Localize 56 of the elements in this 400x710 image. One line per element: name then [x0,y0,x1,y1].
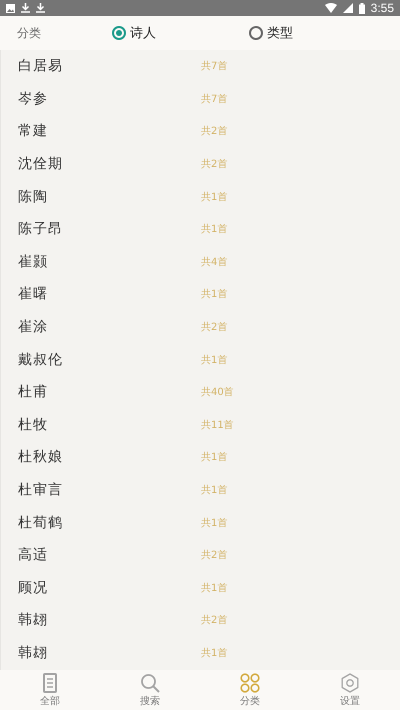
poem-count: 共4首 [201,256,228,269]
poet-name[interactable]: 岑参 [18,90,201,108]
grid-icon [240,672,260,692]
poet-name[interactable]: 崔颢 [18,252,201,271]
poem-count: 共1首 [201,288,228,302]
nav-tab[interactable]: 搜索 [100,670,200,710]
poet-name[interactable]: 常建 [18,122,201,140]
filter-label: 分类 [17,24,42,42]
poem-count: 共2首 [201,158,228,172]
nav-tab[interactable]: 设置 [300,670,400,710]
poet-name[interactable]: 高适 [18,546,201,564]
poem-count: 共1首 [201,646,228,660]
poem-count: 共2首 [201,614,228,628]
poem-count: 共1首 [201,190,228,204]
poet-name[interactable]: 韩翃 [18,611,201,630]
radio-option[interactable]: 类型 [249,24,386,42]
poem-count: 共7首 [201,92,228,106]
poet-name[interactable]: 韩翃 [18,644,201,662]
poem-count: 共2首 [201,124,228,138]
poem-count: 共1首 [201,582,228,595]
poet-name[interactable]: 杜秋娘 [18,448,201,466]
nav-tab[interactable]: 分类 [200,670,300,710]
poet-name[interactable]: 杜甫 [18,383,201,402]
poet-name[interactable]: 崔曙 [18,285,201,304]
poet-name[interactable]: 沈佺期 [18,155,201,174]
poet-name[interactable]: 崔涂 [18,318,201,336]
radio-option[interactable]: 诗人 [112,24,249,42]
poet-name[interactable]: 杜牧 [18,416,201,434]
download-icon [21,3,30,13]
poet-name[interactable]: 戴叔伦 [18,350,201,369]
poem-count: 共11首 [201,418,234,432]
download-icon [36,3,45,13]
poem-count: 共1首 [201,354,228,367]
poem-count: 共1首 [201,222,228,236]
poem-count: 共1首 [201,516,228,530]
signal-icon [342,3,353,13]
nav-tab[interactable]: 全部 [0,670,100,710]
poem-count: 共1首 [201,484,228,498]
search-icon [140,672,160,692]
poet-name[interactable]: 杜荀鹤 [18,514,201,532]
poem-count: 共7首 [201,60,228,74]
poem-count: 共2首 [201,320,228,334]
settings-icon [340,672,360,692]
poet-name[interactable]: 顾况 [18,578,201,597]
battery-icon [358,2,365,14]
poem-count: 共40首 [201,386,234,400]
poet-name[interactable]: 白居易 [18,57,201,76]
poem-count: 共2首 [201,548,228,562]
document-icon [41,672,59,692]
poem-count: 共1首 [201,450,228,464]
poet-name[interactable]: 陈子昂 [18,220,201,238]
wifi-icon [324,3,337,13]
image-icon [6,4,15,12]
poet-name[interactable]: 陈陶 [18,188,201,206]
clock-time: 3:55 [370,1,394,15]
poet-name[interactable]: 杜审言 [18,481,201,500]
